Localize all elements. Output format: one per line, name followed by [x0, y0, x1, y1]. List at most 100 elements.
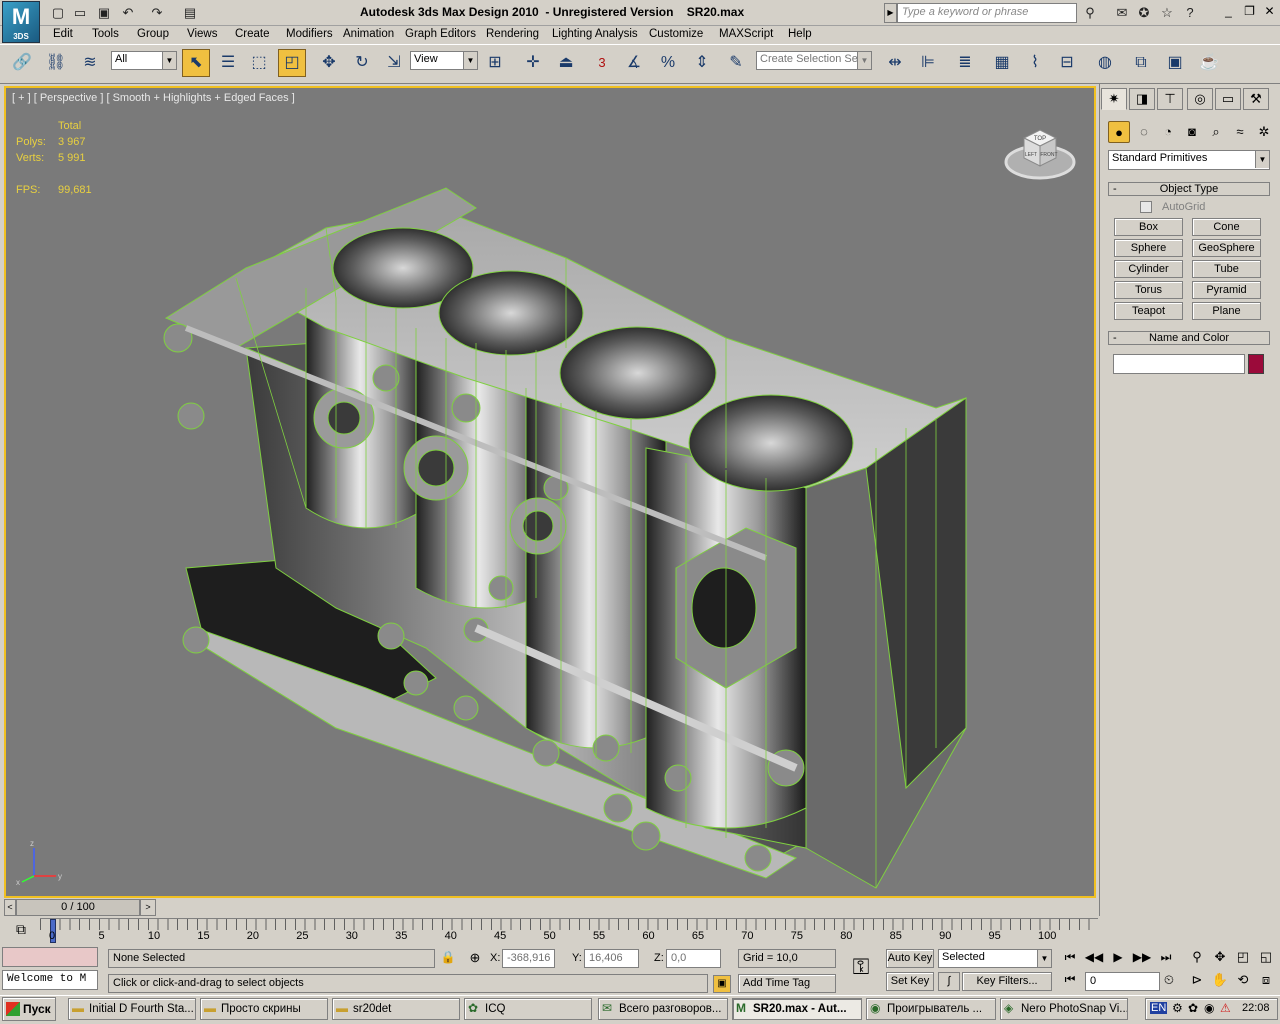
sphere-button[interactable]: Sphere	[1114, 239, 1183, 257]
rectangular-selection-icon[interactable]: ⬚	[245, 49, 273, 77]
app-logo[interactable]: M 3DS	[2, 1, 40, 43]
geosphere-button[interactable]: GeoSphere	[1192, 239, 1261, 257]
helpers-icon[interactable]: ⌕	[1205, 121, 1227, 143]
redo-icon[interactable]: ↷	[147, 3, 167, 22]
set-key-button[interactable]: Set Key	[886, 972, 934, 991]
restore-icon[interactable]: ❐	[1240, 3, 1259, 21]
mirror-icon[interactable]: ⇹	[881, 49, 909, 77]
torus-button[interactable]: Torus	[1114, 281, 1183, 299]
modify-tab-icon[interactable]: ◨	[1129, 88, 1155, 110]
window-crossing-icon[interactable]: ◰	[278, 49, 306, 77]
lights-icon[interactable]: ◔	[1157, 121, 1179, 143]
current-frame-field[interactable]: 0	[1085, 972, 1160, 991]
audio-icon[interactable]: ◉	[1204, 1001, 1214, 1015]
select-and-move-icon[interactable]: ✥	[315, 49, 343, 77]
menu-create[interactable]: Create	[235, 28, 270, 40]
x-coord-field[interactable]: -368,916	[502, 949, 555, 968]
communication-center-icon[interactable]: ✉	[1112, 3, 1132, 22]
hierarchy-tab-icon[interactable]: ⊤	[1157, 88, 1183, 110]
angle-snap-icon[interactable]: ∡	[620, 49, 648, 77]
select-object-icon[interactable]: ⬉	[182, 49, 210, 77]
object-name-field[interactable]	[1113, 354, 1245, 374]
object-category-dropdown[interactable]: Standard Primitives ▼	[1108, 150, 1270, 170]
engine-block-model[interactable]	[6, 88, 1094, 896]
zoom-all-icon[interactable]: ✥	[1210, 949, 1230, 967]
taskbar-item[interactable]: ▬ Просто скрины	[200, 998, 328, 1020]
reference-coordinate-dropdown[interactable]: View ▼	[410, 51, 478, 70]
material-editor-icon[interactable]: ◍	[1091, 49, 1119, 77]
menu-tools[interactable]: Tools	[92, 28, 119, 40]
key-mode-dropdown[interactable]: Selected ▼	[938, 949, 1052, 968]
time-slider-next-icon[interactable]: >	[140, 899, 156, 916]
orbit-icon[interactable]: ⟲	[1233, 972, 1253, 990]
cylinder-button[interactable]: Cylinder	[1114, 260, 1183, 278]
shapes-icon[interactable]: ◌	[1133, 121, 1155, 143]
select-and-rotate-icon[interactable]: ↻	[348, 49, 376, 77]
icq-tray-icon[interactable]: ✿	[1188, 1001, 1198, 1015]
maxscript-input[interactable]: Welcome to M	[2, 970, 98, 990]
taskbar-item[interactable]: ✿ ICQ	[464, 998, 592, 1020]
systems-icon[interactable]: ✲	[1253, 121, 1275, 143]
binoculars-icon[interactable]: ⚲	[1080, 3, 1100, 22]
curve-editor-icon[interactable]: ⌇	[1021, 49, 1049, 77]
menu-help[interactable]: Help	[788, 28, 812, 40]
graphite-modeling-icon[interactable]: ▦	[988, 49, 1016, 77]
menu-group[interactable]: Group	[137, 28, 169, 40]
layer-manager-icon[interactable]: ≣	[951, 49, 979, 77]
taskbar-item[interactable]: ◈ Nero PhotoSnap Vi...	[1000, 998, 1128, 1020]
menu-customize[interactable]: Customize	[649, 28, 703, 40]
time-slider-prev-icon[interactable]: <	[4, 899, 16, 916]
zoom-extents-all-icon[interactable]: ◱	[1256, 949, 1276, 967]
menu-views[interactable]: Views	[187, 28, 217, 40]
close-icon[interactable]: ✕	[1260, 3, 1279, 21]
keyboard-shortcut-override-icon[interactable]: ⏏	[552, 49, 580, 77]
perspective-viewport[interactable]: [ + ] [ Perspective ] [ Smooth + Highlig…	[4, 86, 1096, 898]
select-and-link-icon[interactable]: 🔗	[8, 49, 36, 77]
subscription-icon[interactable]: ✪	[1134, 3, 1154, 22]
mini-curve-editor-icon[interactable]: ⧉	[10, 921, 32, 941]
menu-graph-editors[interactable]: Graph Editors	[405, 28, 476, 40]
field-of-view-icon[interactable]: ⊳	[1187, 972, 1207, 990]
menu-edit[interactable]: Edit	[53, 28, 73, 40]
absolute-mode-transform-icon[interactable]: ⊕	[466, 950, 484, 966]
search-expand-icon[interactable]: ▶	[884, 3, 897, 23]
named-selection-sets-dropdown[interactable]: Create Selection Se ▼	[756, 51, 872, 70]
utilities-tab-icon[interactable]: ⚒	[1243, 88, 1269, 110]
pivot-center-icon[interactable]: ⊞	[481, 49, 509, 77]
spinner-snap-icon[interactable]: ⇕	[688, 49, 716, 77]
time-tag-icon[interactable]: ▣	[713, 975, 731, 993]
language-indicator[interactable]: EN	[1150, 1002, 1168, 1014]
name-and-color-rollout[interactable]: - Name and Color	[1108, 331, 1270, 345]
teapot-button[interactable]: Teapot	[1114, 302, 1183, 320]
undo-icon[interactable]: ↶	[118, 3, 138, 22]
box-button[interactable]: Box	[1114, 218, 1183, 236]
render-teapot-icon[interactable]: ☕	[1195, 49, 1223, 77]
taskbar-item[interactable]: ✉ Всего разговоров...	[598, 998, 728, 1020]
bind-to-spacewarp-icon[interactable]: ≋	[76, 49, 104, 77]
project-folder-icon[interactable]: ▤	[180, 3, 200, 22]
go-to-start-icon[interactable]: ⏮	[1060, 950, 1080, 968]
default-tangent-icon[interactable]: ∫	[938, 972, 960, 991]
display-tab-icon[interactable]: ▭	[1215, 88, 1241, 110]
percent-snap-icon[interactable]: %	[654, 49, 682, 77]
taskbar-item[interactable]: ◉ Проигрыватель ...	[866, 998, 996, 1020]
viewcube[interactable]: TOP LEFT FRONT	[1004, 116, 1076, 184]
menu-animation[interactable]: Animation	[343, 28, 394, 40]
pan-view-icon[interactable]: ✋	[1210, 972, 1230, 990]
save-icon[interactable]: ▣	[94, 3, 114, 22]
select-by-name-icon[interactable]: ☰	[214, 49, 242, 77]
tube-button[interactable]: Tube	[1192, 260, 1261, 278]
add-time-tag-button[interactable]: Add Time Tag	[738, 974, 836, 993]
new-file-icon[interactable]: ▢	[48, 3, 68, 22]
object-color-swatch[interactable]	[1248, 354, 1264, 374]
space-warps-icon[interactable]: ≈	[1229, 121, 1251, 143]
key-filters-button[interactable]: Key Filters...	[962, 972, 1052, 991]
open-file-icon[interactable]: ▭	[70, 3, 90, 22]
selection-filter-dropdown[interactable]: All ▼	[111, 51, 177, 70]
selection-lock-icon[interactable]: 🔒	[440, 950, 456, 966]
help-icon[interactable]: ?	[1180, 3, 1200, 22]
taskbar-item[interactable]: ▬ sr20det	[332, 998, 460, 1020]
cone-button[interactable]: Cone	[1192, 218, 1261, 236]
taskbar-item[interactable]: ▬ Initial D Fourth Sta...	[68, 998, 196, 1020]
network-icon[interactable]: ⚙	[1172, 1001, 1183, 1015]
